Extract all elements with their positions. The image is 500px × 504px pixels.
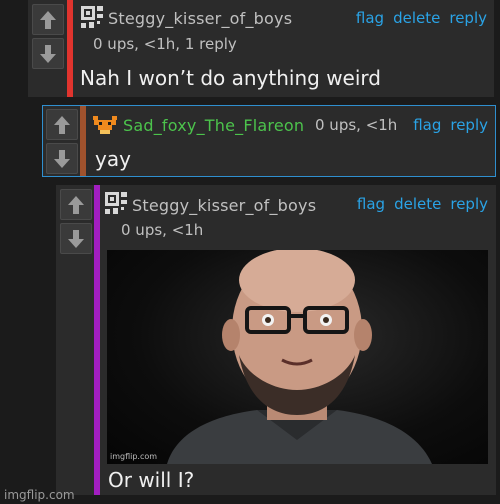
- reply-link[interactable]: reply: [450, 195, 488, 213]
- comment-accent-bar: [67, 0, 73, 97]
- comment-meta: 0 ups, <1h, 1 reply: [93, 35, 237, 53]
- downvote-button[interactable]: [32, 38, 64, 69]
- delete-link[interactable]: delete: [394, 195, 441, 213]
- comment-1: Steggy_kisser_of_boys flag delete reply …: [28, 0, 494, 97]
- imgflip-watermark: imgflip.com: [4, 488, 75, 502]
- upvote-button[interactable]: [60, 189, 92, 220]
- down-arrow-icon: [40, 44, 56, 63]
- reply-link[interactable]: reply: [450, 116, 488, 134]
- comment-username[interactable]: Steggy_kisser_of_boys: [132, 196, 316, 215]
- flag-link[interactable]: flag: [413, 116, 441, 134]
- up-arrow-icon: [54, 115, 70, 134]
- down-arrow-icon: [54, 149, 70, 168]
- upvote-button[interactable]: [46, 109, 78, 140]
- comment-2: Sad_foxy_The_Flareon 0 ups, <1h flag rep…: [42, 105, 496, 177]
- reply-link[interactable]: reply: [449, 9, 487, 27]
- comment-actions: flag delete reply: [356, 9, 487, 27]
- comment-actions: flag reply: [413, 116, 488, 134]
- comment-accent-bar: [94, 185, 100, 495]
- flareon-avatar-icon[interactable]: [91, 114, 119, 136]
- delete-link[interactable]: delete: [393, 9, 440, 27]
- comment-username[interactable]: Sad_foxy_The_Flareon: [123, 116, 304, 135]
- comment-meta: 0 ups, <1h: [121, 221, 204, 239]
- meme-caption: Or will I?: [108, 468, 195, 492]
- downvote-button[interactable]: [46, 143, 78, 174]
- comment-meta: 0 ups, <1h: [315, 116, 398, 134]
- down-arrow-icon: [68, 229, 84, 248]
- man-with-glasses-illustration: [167, 250, 432, 464]
- flag-link[interactable]: flag: [357, 195, 385, 213]
- comment-text: Nah I won’t do anything weird: [80, 66, 381, 90]
- comment-text: yay: [95, 147, 131, 171]
- downvote-button[interactable]: [60, 223, 92, 254]
- vote-controls: [32, 4, 64, 69]
- upvote-button[interactable]: [32, 4, 64, 35]
- meme-image[interactable]: imgflip.com: [107, 250, 488, 464]
- vote-controls: [46, 109, 78, 174]
- meme-watermark: imgflip.com: [110, 452, 158, 461]
- up-arrow-icon: [40, 10, 56, 29]
- flag-link[interactable]: flag: [356, 9, 384, 27]
- comment-actions: flag delete reply: [357, 195, 488, 213]
- vote-controls: [60, 189, 92, 254]
- comment-username[interactable]: Steggy_kisser_of_boys: [108, 9, 292, 28]
- up-arrow-icon: [68, 195, 84, 214]
- qr-avatar-icon[interactable]: [81, 6, 103, 28]
- qr-avatar-icon[interactable]: [105, 192, 127, 214]
- comment-accent-bar: [80, 106, 86, 176]
